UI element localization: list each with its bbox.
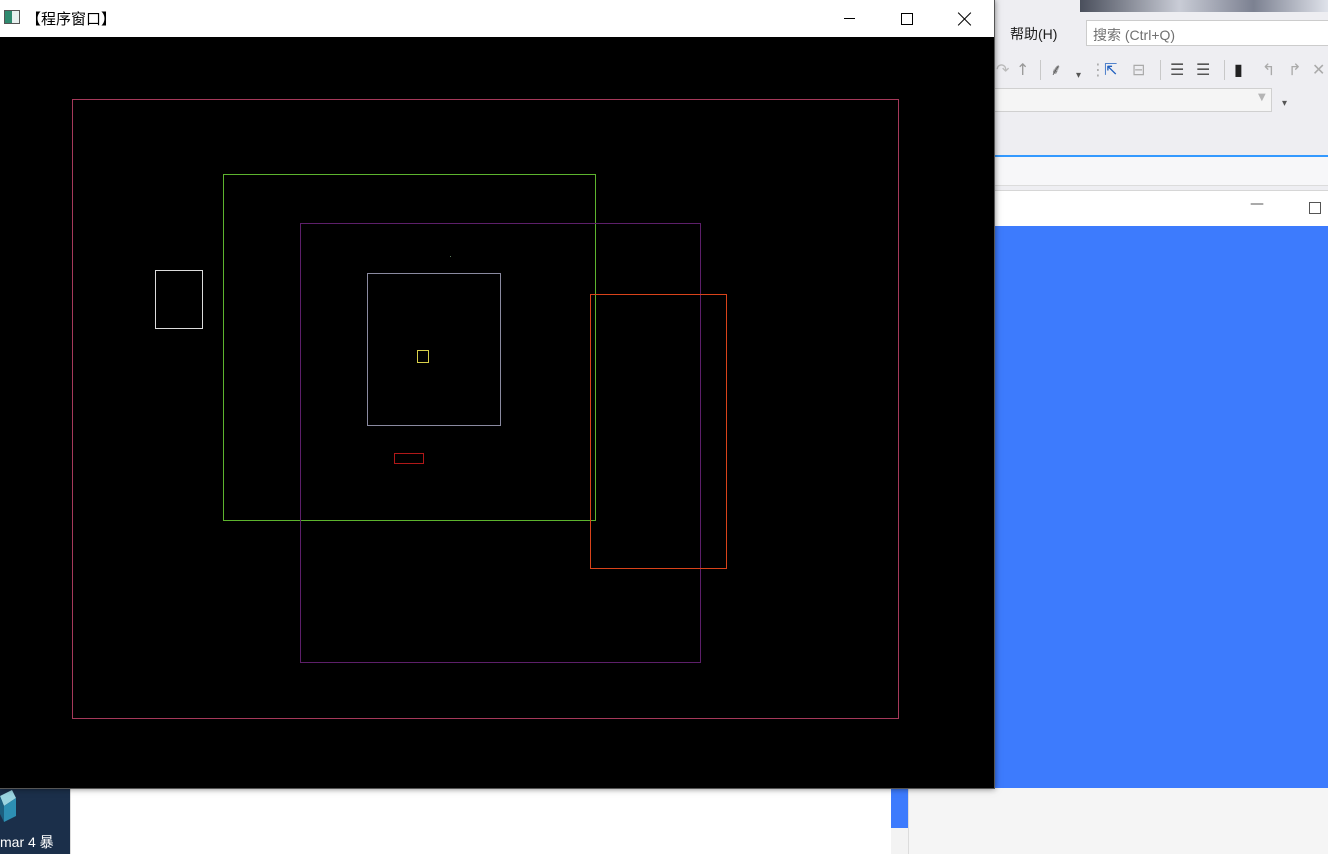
drawing-canvas[interactable] bbox=[0, 37, 994, 788]
minimize-button[interactable] bbox=[820, 0, 878, 37]
blue-panel bbox=[994, 226, 1328, 828]
search-placeholder: 搜索 (Ctrl+Q) bbox=[1093, 27, 1176, 43]
chevron-down-icon[interactable]: ▼ bbox=[1258, 92, 1266, 103]
cursor-comment-icon[interactable]: ⇱ bbox=[1104, 60, 1117, 80]
background-panel bbox=[70, 788, 891, 854]
indent-icon[interactable]: ☰ bbox=[1170, 60, 1184, 80]
redo-icon[interactable]: ↷ bbox=[996, 60, 1009, 80]
outdent-icon[interactable]: ☰ bbox=[1196, 60, 1210, 80]
uncomment-icon[interactable]: ⊟ bbox=[1132, 60, 1145, 80]
pixel-dot bbox=[450, 256, 451, 257]
sub-minimize-icon[interactable]: — bbox=[1250, 196, 1264, 212]
sub-window-titlebar bbox=[994, 190, 1328, 227]
overflow-dropdown-icon[interactable]: ▾ bbox=[1282, 98, 1287, 109]
prev-bookmark-icon[interactable]: ↰ bbox=[1262, 60, 1275, 80]
app-cube-icon[interactable] bbox=[0, 790, 16, 824]
maximize-icon bbox=[901, 12, 913, 25]
close-button[interactable] bbox=[936, 0, 994, 37]
toolbar-separator bbox=[1040, 60, 1041, 80]
ide-toolbar bbox=[994, 56, 1328, 86]
canvas-background bbox=[0, 37, 994, 788]
next-bookmark-icon[interactable]: ↱ bbox=[1288, 60, 1301, 80]
background-panel-right bbox=[908, 788, 1328, 854]
minimize-icon bbox=[843, 18, 855, 19]
taskbar-label[interactable]: mar 4 暴 bbox=[0, 832, 54, 852]
format-icon[interactable]: ⸙ bbox=[1050, 60, 1062, 80]
ide-tab-strip bbox=[994, 157, 1328, 186]
menu-help[interactable]: 帮助(H) bbox=[1010, 24, 1057, 44]
toolbar-separator bbox=[1160, 60, 1161, 80]
close-icon bbox=[958, 12, 972, 26]
dropdown-icon[interactable]: ▾ bbox=[1076, 66, 1081, 86]
clear-bookmarks-icon[interactable]: ✕ bbox=[1312, 60, 1325, 80]
wallpaper-strip bbox=[1080, 0, 1328, 12]
search-input[interactable]: 搜索 (Ctrl+Q) bbox=[1086, 20, 1328, 46]
program-window: 【程序窗口】 bbox=[0, 0, 995, 789]
toolbar-separator bbox=[1224, 60, 1225, 80]
bookmark-icon[interactable]: ▮ bbox=[1234, 60, 1243, 80]
app-icon[interactable] bbox=[4, 10, 20, 24]
sub-maximize-icon[interactable] bbox=[1309, 202, 1321, 214]
maximize-button[interactable] bbox=[878, 0, 936, 37]
window-titlebar[interactable]: 【程序窗口】 bbox=[0, 0, 994, 38]
window-title: 【程序窗口】 bbox=[26, 10, 117, 28]
up-arrow-icon[interactable]: ↑ bbox=[1016, 60, 1029, 80]
config-combo[interactable] bbox=[994, 88, 1272, 112]
